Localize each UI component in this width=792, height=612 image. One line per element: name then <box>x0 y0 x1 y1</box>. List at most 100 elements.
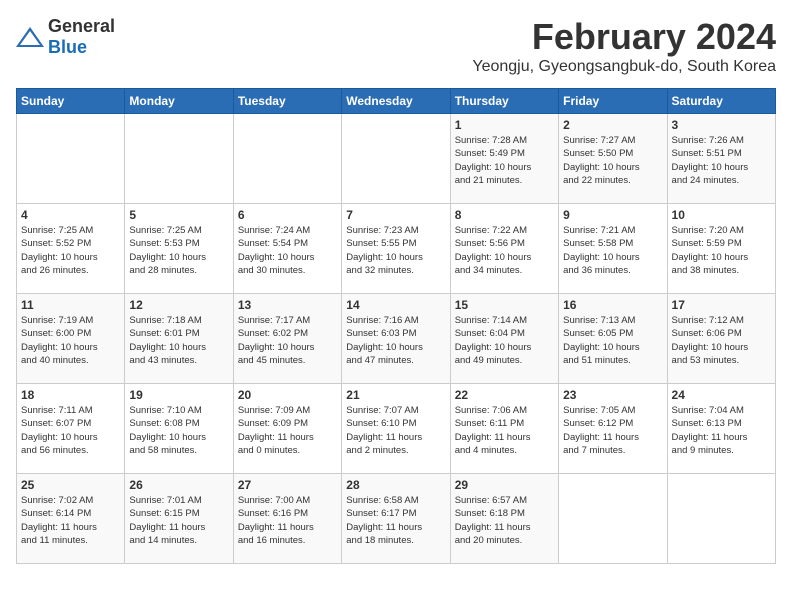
day-of-week-header: Sunday <box>17 89 125 114</box>
day-of-week-header: Saturday <box>667 89 775 114</box>
day-number: 8 <box>455 208 554 222</box>
day-number: 3 <box>672 118 771 132</box>
calendar-cell: 8 Sunrise: 7:22 AM Sunset: 5:56 PM Daylig… <box>450 204 558 294</box>
day-number: 19 <box>129 388 228 402</box>
day-number: 26 <box>129 478 228 492</box>
calendar-cell: 20 Sunrise: 7:09 AM Sunset: 6:09 PM Dayli… <box>233 384 341 474</box>
calendar-cell: 21 Sunrise: 7:07 AM Sunset: 6:10 PM Dayli… <box>342 384 450 474</box>
calendar-cell: 22Sunrise: 7:06 AM Sunset: 6:11 PM Dayli… <box>450 384 558 474</box>
day-info: Sunrise: 7:17 AM Sunset: 6:02 PM Dayligh… <box>238 314 337 367</box>
day-number: 2 <box>563 118 662 132</box>
day-of-week-header: Friday <box>559 89 667 114</box>
day-info: Sunrise: 7:10 AM Sunset: 6:08 PM Dayligh… <box>129 404 228 457</box>
day-number: 4 <box>21 208 120 222</box>
day-of-week-header: Thursday <box>450 89 558 114</box>
day-number: 16 <box>563 298 662 312</box>
logo-general-text: General <box>48 16 115 36</box>
calendar-cell <box>17 114 125 204</box>
day-number: 15 <box>455 298 554 312</box>
day-info: Sunrise: 7:13 AM Sunset: 6:05 PM Dayligh… <box>563 314 662 367</box>
day-info: Sunrise: 7:20 AM Sunset: 5:59 PM Dayligh… <box>672 224 771 277</box>
day-info: Sunrise: 7:16 AM Sunset: 6:03 PM Dayligh… <box>346 314 445 367</box>
day-info: Sunrise: 7:00 AM Sunset: 6:16 PM Dayligh… <box>238 494 337 547</box>
day-of-week-header: Tuesday <box>233 89 341 114</box>
calendar-cell: 12 Sunrise: 7:18 AM Sunset: 6:01 PM Dayli… <box>125 294 233 384</box>
calendar-cell <box>342 114 450 204</box>
title-block: February 2024 Yeongju, Gyeongsangbuk-do,… <box>472 16 776 84</box>
calendar-week-row: 4 Sunrise: 7:25 AM Sunset: 5:52 PM Daylig… <box>17 204 776 294</box>
calendar-cell: 1 Sunrise: 7:28 AM Sunset: 5:49 PM Daylig… <box>450 114 558 204</box>
day-of-week-header: Monday <box>125 89 233 114</box>
calendar-cell: 27 Sunrise: 7:00 AM Sunset: 6:16 PM Dayli… <box>233 474 341 564</box>
day-number: 14 <box>346 298 445 312</box>
calendar-week-row: 11 Sunrise: 7:19 AM Sunset: 6:00 PM Dayli… <box>17 294 776 384</box>
day-info: Sunrise: 7:25 AM Sunset: 5:53 PM Dayligh… <box>129 224 228 277</box>
day-number: 21 <box>346 388 445 402</box>
page-header: General Blue February 2024 Yeongju, Gyeo… <box>16 16 776 84</box>
day-number: 7 <box>346 208 445 222</box>
day-info: Sunrise: 7:25 AM Sunset: 5:52 PM Dayligh… <box>21 224 120 277</box>
month-title: February 2024 <box>472 16 776 58</box>
day-number: 10 <box>672 208 771 222</box>
calendar-cell: 26 Sunrise: 7:01 AM Sunset: 6:15 PM Dayli… <box>125 474 233 564</box>
day-number: 5 <box>129 208 228 222</box>
calendar-cell <box>233 114 341 204</box>
day-info: Sunrise: 7:27 AM Sunset: 5:50 PM Dayligh… <box>563 134 662 187</box>
calendar-cell: 24Sunrise: 7:04 AM Sunset: 6:13 PM Dayli… <box>667 384 775 474</box>
day-info: Sunrise: 7:28 AM Sunset: 5:49 PM Dayligh… <box>455 134 554 187</box>
calendar-cell: 15 Sunrise: 7:14 AM Sunset: 6:04 PM Dayli… <box>450 294 558 384</box>
day-number: 27 <box>238 478 337 492</box>
day-info: Sunrise: 7:19 AM Sunset: 6:00 PM Dayligh… <box>21 314 120 367</box>
calendar-cell: 28Sunrise: 6:58 AM Sunset: 6:17 PM Dayli… <box>342 474 450 564</box>
calendar-cell: 25 Sunrise: 7:02 AM Sunset: 6:14 PM Dayli… <box>17 474 125 564</box>
calendar-cell: 10 Sunrise: 7:20 AM Sunset: 5:59 PM Dayli… <box>667 204 775 294</box>
calendar-table: SundayMondayTuesdayWednesdayThursdayFrid… <box>16 88 776 564</box>
calendar-header-row: SundayMondayTuesdayWednesdayThursdayFrid… <box>17 89 776 114</box>
day-info: Sunrise: 6:58 AM Sunset: 6:17 PM Dayligh… <box>346 494 445 547</box>
calendar-cell: 18Sunrise: 7:11 AM Sunset: 6:07 PM Dayli… <box>17 384 125 474</box>
day-number: 1 <box>455 118 554 132</box>
calendar-cell: 23Sunrise: 7:05 AM Sunset: 6:12 PM Dayli… <box>559 384 667 474</box>
calendar-cell: 7 Sunrise: 7:23 AM Sunset: 5:55 PM Daylig… <box>342 204 450 294</box>
day-number: 20 <box>238 388 337 402</box>
day-info: Sunrise: 7:01 AM Sunset: 6:15 PM Dayligh… <box>129 494 228 547</box>
day-info: Sunrise: 6:57 AM Sunset: 6:18 PM Dayligh… <box>455 494 554 547</box>
day-info: Sunrise: 7:07 AM Sunset: 6:10 PM Dayligh… <box>346 404 445 457</box>
calendar-cell <box>559 474 667 564</box>
calendar-cell: 11 Sunrise: 7:19 AM Sunset: 6:00 PM Dayli… <box>17 294 125 384</box>
day-number: 13 <box>238 298 337 312</box>
day-number: 22 <box>455 388 554 402</box>
day-info: Sunrise: 7:14 AM Sunset: 6:04 PM Dayligh… <box>455 314 554 367</box>
calendar-cell: 13 Sunrise: 7:17 AM Sunset: 6:02 PM Dayli… <box>233 294 341 384</box>
calendar-cell: 16 Sunrise: 7:13 AM Sunset: 6:05 PM Dayli… <box>559 294 667 384</box>
calendar-cell <box>125 114 233 204</box>
day-info: Sunrise: 7:23 AM Sunset: 5:55 PM Dayligh… <box>346 224 445 277</box>
calendar-week-row: 25 Sunrise: 7:02 AM Sunset: 6:14 PM Dayli… <box>17 474 776 564</box>
calendar-cell: 5 Sunrise: 7:25 AM Sunset: 5:53 PM Daylig… <box>125 204 233 294</box>
day-info: Sunrise: 7:09 AM Sunset: 6:09 PM Dayligh… <box>238 404 337 457</box>
day-info: Sunrise: 7:02 AM Sunset: 6:14 PM Dayligh… <box>21 494 120 547</box>
day-number: 25 <box>21 478 120 492</box>
day-info: Sunrise: 7:04 AM Sunset: 6:13 PM Dayligh… <box>672 404 771 457</box>
day-number: 29 <box>455 478 554 492</box>
day-number: 6 <box>238 208 337 222</box>
day-number: 11 <box>21 298 120 312</box>
location-title: Yeongju, Gyeongsangbuk-do, South Korea <box>472 58 776 76</box>
logo-icon <box>16 27 44 47</box>
calendar-cell: 4 Sunrise: 7:25 AM Sunset: 5:52 PM Daylig… <box>17 204 125 294</box>
calendar-cell: 17Sunrise: 7:12 AM Sunset: 6:06 PM Dayli… <box>667 294 775 384</box>
calendar-week-row: 1 Sunrise: 7:28 AM Sunset: 5:49 PM Daylig… <box>17 114 776 204</box>
day-number: 12 <box>129 298 228 312</box>
calendar-cell: 19 Sunrise: 7:10 AM Sunset: 6:08 PM Dayli… <box>125 384 233 474</box>
day-info: Sunrise: 7:21 AM Sunset: 5:58 PM Dayligh… <box>563 224 662 277</box>
calendar-cell: 2 Sunrise: 7:27 AM Sunset: 5:50 PM Daylig… <box>559 114 667 204</box>
day-info: Sunrise: 7:24 AM Sunset: 5:54 PM Dayligh… <box>238 224 337 277</box>
day-info: Sunrise: 7:18 AM Sunset: 6:01 PM Dayligh… <box>129 314 228 367</box>
calendar-cell: 29 Sunrise: 6:57 AM Sunset: 6:18 PM Dayli… <box>450 474 558 564</box>
day-info: Sunrise: 7:22 AM Sunset: 5:56 PM Dayligh… <box>455 224 554 277</box>
day-number: 9 <box>563 208 662 222</box>
calendar-cell: 6 Sunrise: 7:24 AM Sunset: 5:54 PM Daylig… <box>233 204 341 294</box>
day-of-week-header: Wednesday <box>342 89 450 114</box>
day-info: Sunrise: 7:05 AM Sunset: 6:12 PM Dayligh… <box>563 404 662 457</box>
calendar-cell: 14 Sunrise: 7:16 AM Sunset: 6:03 PM Dayli… <box>342 294 450 384</box>
